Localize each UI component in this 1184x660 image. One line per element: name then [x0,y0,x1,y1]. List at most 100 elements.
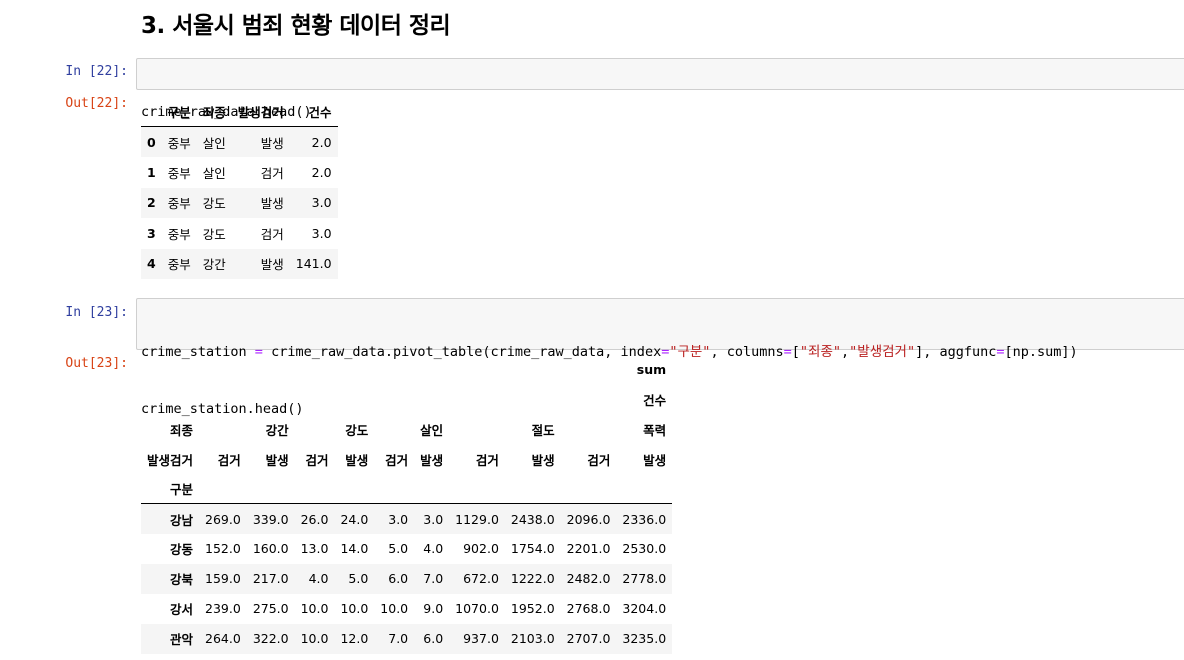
table-cell: 7.0 [388,631,409,647]
table-cell: 159.0 [205,571,241,587]
table-cell: 2482.0 [566,571,611,587]
table-cell: 10.0 [380,601,409,617]
table-cell: 152.0 [205,541,241,557]
table-row: 강동 152.0 160.0 13.0 14.0 5.0 4.0 902.0 1754.0 220… [141,534,672,564]
table-cell: 9.0 [423,601,444,617]
table-cell: 160.0 [252,541,289,557]
table-cell: 10.0 [300,601,329,617]
row-index: 강서 [170,602,194,618]
column-header: 살인 [420,422,444,438]
table-cell: 4.0 [308,571,329,587]
table-cell: 2778.0 [622,571,667,587]
column-header [505,355,561,385]
column-header [616,474,673,505]
index-header: 발생검거 [147,452,194,468]
table-cell: 1070.0 [455,601,499,617]
column-header [295,415,335,445]
column-header [560,474,617,505]
column-header: 건수 [643,393,667,409]
table-cell: 239.0 [205,601,241,617]
index-header [141,96,162,127]
table-cell: 264.0 [205,631,241,647]
index-header: 구분 [141,474,200,505]
table-cell: 발생 [260,196,284,212]
column-header: 발생 [531,452,555,468]
table-cell: 322.0 [252,631,289,647]
column-header [449,385,505,415]
table-cell: 2768.0 [566,601,611,617]
table-cell: 13.0 [300,541,329,557]
index-header [141,385,199,415]
table-cell: 141.0 [295,256,332,272]
column-header [449,474,505,505]
row-index: 1 [147,164,156,180]
table-row: 4 중부 강간 발생 141.0 [141,248,338,279]
table-header-row: 구분 죄종 발생검거 건수 [141,96,338,127]
column-header [505,385,561,415]
column-header [414,355,449,385]
table-row: 강서 239.0 275.0 10.0 10.0 10.0 9.0 1070.0 1952.0 2… [141,594,672,624]
code-cell-23[interactable]: crime_station = crime_raw_data.pivot_tab… [136,298,1184,417]
table-cell: 6.0 [388,571,409,587]
table-cell: 5.0 [388,541,409,557]
table-cell: 중부 [167,196,191,212]
table-cell: 2707.0 [566,631,611,647]
table-cell: 3.0 [311,195,332,211]
column-header: 강도 [345,422,369,438]
column-header [334,355,374,385]
column-header [295,385,335,415]
table-row: 강북 159.0 217.0 4.0 5.0 6.0 7.0 672.0 1222.0 2482.… [141,563,673,594]
index-header [141,355,199,385]
column-header [199,385,247,415]
index-header: 죄종 [170,422,194,438]
dataframe-output-22: 구분 죄종 발생검거 건수 0 중부 살인 발생 2.0 1 중부 살인 검거 2.0 2 중부 강도 발… [141,96,338,279]
table-cell: 3235.0 [622,631,667,647]
column-header: sum [636,362,667,378]
table-cell: 2201.0 [566,541,611,557]
table-row: 2 중부 강도 발생 3.0 [141,187,338,218]
column-header [504,474,561,505]
column-header: 검거 [305,452,329,468]
table-cell: 269.0 [205,511,241,527]
table-header-row: 구분 [141,474,673,505]
column-header [294,474,335,505]
code-cell-22[interactable]: crime_raw_data.head() [136,58,1184,120]
table-row: 0 중부 살인 발생 2.0 [141,126,338,157]
table-cell: 2.0 [311,134,332,150]
row-index: 4 [147,256,156,272]
out-prompt-22: Out[22]: [65,96,128,111]
table-cell: 10.0 [340,601,369,617]
column-header [247,355,295,385]
table-cell: 339.0 [252,511,289,527]
table-cell: 26.0 [300,511,329,527]
column-header: 검거 [587,452,611,468]
column-header: 강간 [265,422,289,438]
row-index: 강동 [170,542,194,558]
table-cell: 902.0 [463,541,499,557]
table-row: 3 중부 강도 검거 3.0 [141,218,338,249]
table-cell: 2336.0 [622,511,667,527]
table-cell: 2103.0 [510,631,555,647]
table-row: 관악 264.0 322.0 10.0 12.0 7.0 6.0 937.0 2103.0 270… [141,623,673,654]
column-header: 구분 [161,96,197,127]
column-header: 폭력 [643,422,667,438]
column-header [247,385,295,415]
column-header: 발생 [643,452,667,468]
table-cell: 강도 [202,196,226,212]
table-cell: 발생 [260,135,284,151]
column-header [449,415,505,445]
column-header: 건수 [289,96,338,127]
column-header: 검거 [385,452,409,468]
table-cell: 14.0 [340,541,369,557]
column-header [199,355,247,385]
row-index: 0 [147,134,156,150]
table-cell: 1952.0 [510,601,555,617]
table-cell: 24.0 [340,511,369,527]
column-header [374,385,414,415]
column-header [334,474,375,505]
table-cell: 강도 [202,226,226,242]
table-header-row: 건수 [141,385,672,415]
table-cell: 3.0 [311,225,332,241]
column-header: 검거 [217,452,241,468]
table-cell: 672.0 [463,571,499,587]
